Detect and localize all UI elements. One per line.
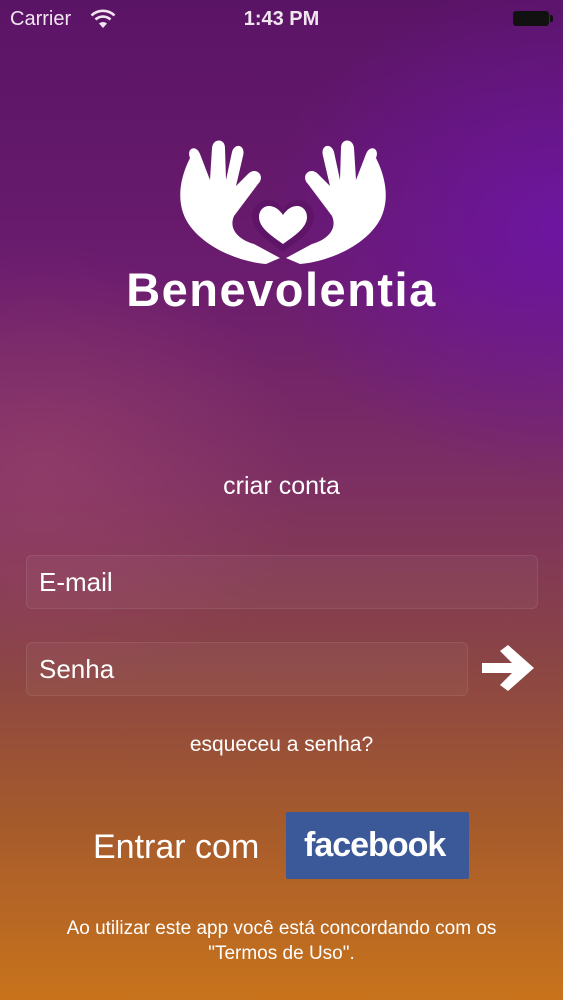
facebook-login-button[interactable]: facebook [286,812,469,879]
password-field[interactable] [27,643,467,695]
terms-of-use-link[interactable]: "Termos de Uso". [20,941,543,966]
password-field-container [26,642,468,696]
create-account-link[interactable]: criar conta [0,472,563,501]
email-field-container [26,555,538,609]
app-logo-text: Benevolentia [126,263,437,316]
terms-line-1: Ao utilizar este app você está concordan… [66,918,497,939]
facebook-logo-text: facebook [304,826,446,864]
facebook-login-prefix: Entrar com [93,828,260,866]
status-time: 1:43 PM [243,8,320,30]
status-bar: Carrier 1:43 PM [0,0,563,40]
battery-icon [513,11,553,26]
terms-notice: Ao utilizar este app você está concordan… [20,916,543,966]
email-field[interactable] [27,556,537,608]
hands-heart-icon [180,140,386,264]
arrow-right-icon[interactable] [478,643,538,693]
forgot-password-link[interactable]: esqueceu a senha? [0,733,563,757]
